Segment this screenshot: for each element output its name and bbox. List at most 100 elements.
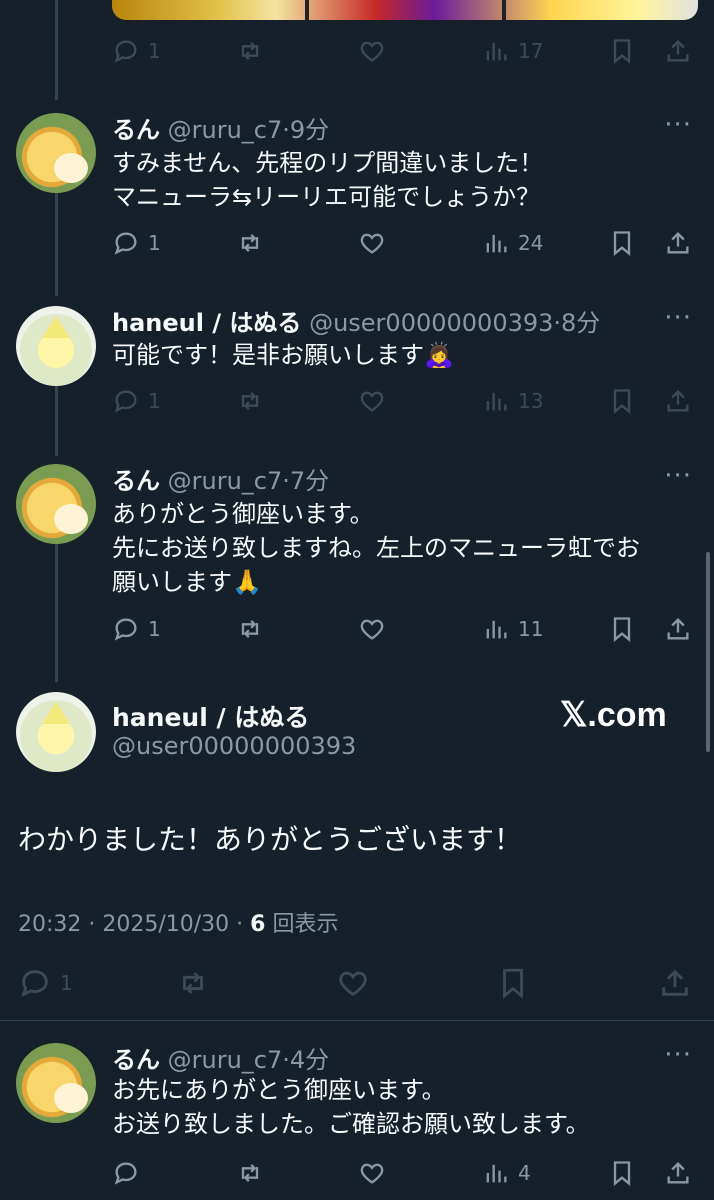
repost-icon (183, 972, 203, 994)
bookmark-button[interactable] (608, 37, 636, 65)
views-button[interactable]: 17 (482, 37, 543, 65)
more-options-icon[interactable]: ··· (664, 1040, 692, 1070)
repost-button[interactable] (236, 615, 264, 643)
more-options-icon[interactable]: ··· (664, 461, 692, 491)
reply-icon (114, 1162, 137, 1185)
like-button[interactable] (358, 37, 386, 65)
reply-button[interactable]: 1 (112, 229, 161, 257)
heart-icon (339, 971, 367, 997)
repost-icon (241, 620, 259, 638)
repost-icon (241, 234, 259, 252)
reply-button[interactable] (112, 1159, 148, 1187)
thread-line (55, 186, 58, 296)
bookmark-button[interactable] (608, 615, 636, 643)
more-options-icon[interactable]: ··· (664, 303, 692, 333)
display-name[interactable]: haneul / はぬる (112, 309, 301, 337)
reply-button[interactable]: 1 (112, 387, 161, 415)
display-name[interactable]: るん (112, 467, 160, 495)
tweet-text: 可能です！是非お願いします🙇‍♀️ (112, 341, 454, 369)
user-handle[interactable]: @ruru_c7 (168, 1046, 283, 1074)
tweet-timestamp[interactable]: 20:32 · 2025/10/30 · (18, 912, 250, 937)
bookmark-icon (613, 617, 631, 642)
user-handle[interactable]: @ruru_c7 (168, 467, 283, 495)
view-count: 6 (250, 912, 266, 937)
repost-icon (241, 42, 259, 60)
share-button[interactable] (664, 1159, 692, 1187)
tweet-text: お先にありがとう御座います。 お送り致しました。ご確認お願い致します。 (112, 1076, 590, 1138)
like-button[interactable] (358, 229, 386, 257)
scrollbar[interactable] (706, 552, 710, 752)
tweet-time[interactable]: 7分 (290, 467, 329, 495)
user-avatar-haneul[interactable] (16, 692, 96, 772)
user-handle[interactable]: @user00000000393 (112, 732, 356, 760)
share-icon (667, 1162, 689, 1184)
repost-button[interactable] (236, 229, 264, 257)
like-button[interactable] (358, 1159, 386, 1187)
reply-icon (21, 970, 48, 998)
reply-button[interactable]: 1 (18, 966, 73, 1000)
share-button[interactable] (664, 37, 692, 65)
views-button[interactable]: 24 (482, 229, 543, 257)
heart-icon (360, 391, 384, 412)
bookmark-button[interactable] (496, 966, 530, 1000)
display-name[interactable]: るん (112, 1046, 160, 1074)
reply-icon (114, 390, 137, 413)
reply-button[interactable]: 1 (112, 615, 161, 643)
heart-icon (360, 41, 384, 62)
bookmark-button[interactable] (608, 387, 636, 415)
action-bar: 4 (112, 1156, 698, 1190)
x-logo: 𝕏.com (560, 696, 667, 734)
tweet-header: るん @ruru_c7·4分 (112, 1046, 330, 1074)
media-image[interactable] (112, 0, 698, 20)
repost-button[interactable] (176, 966, 210, 1000)
share-icon (667, 232, 689, 254)
share-button[interactable] (664, 229, 692, 257)
bookmark-button[interactable] (608, 1159, 636, 1187)
user-handle[interactable]: @ruru_c7 (168, 116, 283, 144)
tweet-time[interactable]: 9分 (290, 116, 329, 144)
repost-button[interactable] (236, 387, 264, 415)
share-icon (667, 618, 689, 640)
views-button[interactable]: 13 (482, 387, 543, 415)
thread-line (55, 536, 58, 682)
action-bar: 1 13 (112, 384, 698, 418)
like-button[interactable] (358, 387, 386, 415)
views-button[interactable]: 11 (482, 615, 543, 643)
share-button[interactable] (664, 615, 692, 643)
repost-button[interactable] (236, 37, 264, 65)
user-avatar-ruru[interactable] (16, 1043, 96, 1123)
share-icon (662, 969, 688, 996)
tweet-time[interactable]: 4分 (290, 1046, 329, 1074)
repost-icon (241, 392, 259, 410)
views-button[interactable]: 4 (482, 1159, 531, 1187)
reply-icon (114, 40, 137, 63)
user-avatar-ruru[interactable] (16, 113, 96, 193)
share-button[interactable] (664, 387, 692, 415)
user-handle[interactable]: @user00000000393 (309, 309, 553, 337)
like-button[interactable] (358, 615, 386, 643)
share-button[interactable] (658, 966, 692, 1000)
action-bar: 1 24 (112, 226, 698, 260)
more-options-icon[interactable]: ··· (664, 110, 692, 140)
share-icon (667, 390, 689, 412)
pray-emoji: 🙏 (232, 568, 262, 596)
repost-button[interactable] (236, 1159, 264, 1187)
display-name[interactable]: haneul / はぬる (112, 698, 309, 734)
user-avatar-haneul[interactable] (16, 306, 96, 386)
tweet-text: ありがとう御座います。 先にお送り致しますね。左上のマニューラ虹でお 願いします… (112, 500, 640, 596)
tweet-header: るん @ruru_c7·7分 (112, 467, 330, 495)
repost-icon (241, 1164, 259, 1182)
heart-icon (360, 1163, 384, 1184)
bookmark-button[interactable] (608, 229, 636, 257)
tweet-time[interactable]: 8分 (561, 309, 600, 337)
display-name[interactable]: るん (112, 116, 160, 144)
thread-line (55, 0, 58, 100)
action-bar: 1 11 (112, 612, 698, 646)
user-avatar-ruru[interactable] (16, 464, 96, 544)
analytics-icon (486, 1164, 507, 1183)
bowing-emoji: 🙇‍♀️ (424, 341, 454, 369)
like-button[interactable] (336, 966, 370, 1000)
heart-icon (360, 233, 384, 254)
analytics-icon (486, 392, 507, 411)
reply-button[interactable]: 1 (112, 37, 161, 65)
